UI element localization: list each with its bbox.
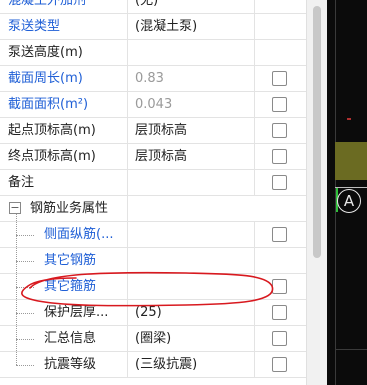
property-name-label: 截面周长(m) <box>8 71 83 86</box>
tree-branch <box>16 287 34 288</box>
attach-cell <box>256 248 306 273</box>
tree-branch <box>16 261 34 262</box>
attach-checkbox[interactable] <box>272 227 287 242</box>
property-name: 截面周长(m) <box>0 66 128 91</box>
property-row[interactable]: 起点顶标高(m) 层顶标高 <box>0 118 306 144</box>
property-row[interactable]: 截面面积(m²) 0.043 <box>0 92 306 118</box>
attach-checkbox[interactable] <box>272 331 287 346</box>
property-name-label: 钢筋业务属性 <box>30 201 109 216</box>
property-value[interactable]: 层顶标高 <box>129 144 255 169</box>
property-value[interactable]: 0.83 <box>129 66 255 91</box>
tree-branch <box>16 235 34 236</box>
axis-label-bubble: A <box>337 189 361 213</box>
drawing-viewport[interactable]: A <box>327 0 367 385</box>
property-row[interactable]: 泵送类型 (混凝土泵) <box>0 14 306 40</box>
property-value[interactable]: (25) <box>129 300 255 325</box>
property-value[interactable]: (无) <box>129 0 255 13</box>
marker-dot <box>347 118 351 120</box>
property-name: 终点顶标高(m) <box>0 144 128 169</box>
property-row[interactable]: 其它箍筋 <box>0 274 306 300</box>
property-name-label: 终点顶标高(m) <box>8 149 96 164</box>
property-name-label: 抗震等级 <box>44 357 97 372</box>
attach-checkbox[interactable] <box>272 357 287 372</box>
property-row[interactable]: 汇总信息 (圈梁) <box>0 326 306 352</box>
property-row[interactable]: 侧面纵筋(... <box>0 222 306 248</box>
property-value[interactable] <box>129 40 255 65</box>
property-name: 起点顶标高(m) <box>0 118 128 143</box>
attach-checkbox[interactable] <box>272 149 287 164</box>
beam-element <box>335 142 367 180</box>
property-grid: 混凝土外加剂 (无) 泵送类型 (混凝土泵) 泵送高度(m) 截面周长(m) 0.83 截面面… <box>0 0 306 385</box>
attach-cell <box>256 0 306 13</box>
property-name: 泵送类型 <box>0 14 128 39</box>
property-name: 备注 <box>0 170 128 195</box>
attach-cell <box>256 92 306 117</box>
property-name-label: 其它钢筋 <box>44 253 97 268</box>
property-value[interactable]: (三级抗震) <box>129 352 255 377</box>
property-name-label: 备注 <box>8 175 35 190</box>
property-row[interactable]: 泵送高度(m) <box>0 40 306 66</box>
tree-branch <box>16 339 34 340</box>
property-name: 钢筋业务属性 <box>0 196 128 221</box>
property-name: 泵送高度(m) <box>0 40 128 65</box>
property-value[interactable]: 层顶标高 <box>129 118 255 143</box>
attach-checkbox[interactable] <box>272 305 287 320</box>
property-row[interactable]: 备注 <box>0 170 306 196</box>
attach-checkbox[interactable] <box>272 97 287 112</box>
attach-checkbox[interactable] <box>272 71 287 86</box>
property-name-label: 侧面纵筋(... <box>44 227 114 242</box>
attach-checkbox[interactable] <box>272 279 287 294</box>
property-row[interactable]: 截面周长(m) 0.83 <box>0 66 306 92</box>
attach-checkbox[interactable] <box>272 175 287 190</box>
properties-panel: 混凝土外加剂 (无) 泵送类型 (混凝土泵) 泵送高度(m) 截面周长(m) 0.83 截面面… <box>0 0 367 385</box>
attach-cell <box>256 352 306 377</box>
property-name: 截面面积(m²) <box>0 92 128 117</box>
property-value[interactable] <box>129 222 255 247</box>
property-name-label: 泵送高度(m) <box>8 45 83 60</box>
attach-cell <box>256 300 306 325</box>
grid-line <box>335 349 367 350</box>
vertical-scrollbar[interactable] <box>306 0 327 385</box>
scrollbar-thumb[interactable] <box>313 6 321 258</box>
property-group-row[interactable]: − 钢筋业务属性 <box>0 196 306 222</box>
attach-cell <box>256 118 306 143</box>
attach-cell <box>256 66 306 91</box>
attach-cell <box>256 170 306 195</box>
property-name-label: 起点顶标高(m) <box>8 123 96 138</box>
property-name: 混凝土外加剂 <box>0 0 128 13</box>
attach-cell <box>256 222 306 247</box>
property-name-label: 汇总信息 <box>44 331 97 346</box>
attach-cell <box>256 144 306 169</box>
attach-cell <box>256 274 306 299</box>
property-name-label: 混凝土外加剂 <box>8 0 87 8</box>
property-name-label: 泵送类型 <box>8 19 61 34</box>
property-row[interactable]: 混凝土外加剂 (无) <box>0 0 306 14</box>
tree-connector <box>16 214 17 365</box>
property-value[interactable]: 0.043 <box>129 92 255 117</box>
property-value[interactable] <box>129 248 255 273</box>
property-value[interactable] <box>129 274 255 299</box>
attach-checkbox[interactable] <box>272 123 287 138</box>
property-name-label: 截面面积(m²) <box>8 97 89 112</box>
property-value[interactable]: (混凝土泵) <box>129 14 255 39</box>
property-name-label: 保护层厚... <box>44 305 109 320</box>
attach-cell <box>256 40 306 65</box>
property-row[interactable]: 其它钢筋 <box>0 248 306 274</box>
property-name-label: 其它箍筋 <box>44 279 97 294</box>
attach-cell <box>256 14 306 39</box>
property-row[interactable]: 保护层厚... (25) <box>0 300 306 326</box>
property-row[interactable]: 抗震等级 (三级抗震) <box>0 352 306 378</box>
property-value[interactable] <box>129 170 255 195</box>
tree-branch <box>16 365 34 366</box>
property-value[interactable]: (圈梁) <box>129 326 255 351</box>
property-row[interactable]: 终点顶标高(m) 层顶标高 <box>0 144 306 170</box>
tree-branch <box>16 313 34 314</box>
attach-cell <box>256 326 306 351</box>
